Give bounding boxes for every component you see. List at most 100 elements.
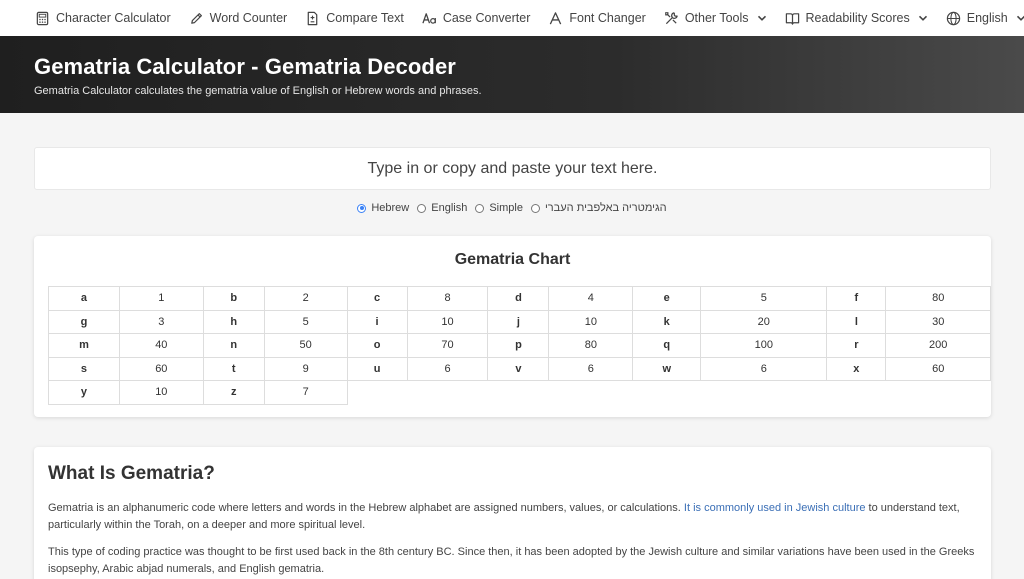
book-icon [785, 12, 799, 25]
value-cell: 1 [118, 286, 204, 311]
radio-button[interactable] [530, 203, 540, 213]
letter-cell: b [202, 286, 265, 311]
value-cell: 80 [885, 286, 991, 311]
nav-character-calculator[interactable]: Character Calculator [35, 11, 171, 26]
nav-label: Other Tools [684, 11, 749, 25]
value-cell: 8 [406, 286, 489, 311]
nav-label: Word Counter [209, 11, 288, 25]
value-cell: 200 [885, 333, 991, 358]
radio-english[interactable]: English [417, 202, 467, 214]
top-navigation: Character Calculator Word Counter Compar… [0, 0, 1024, 36]
radio-button[interactable] [475, 203, 485, 213]
nav-readability-scores[interactable]: Readability Scores [785, 11, 928, 26]
tools-icon [664, 11, 678, 24]
letter-cell: v [487, 356, 550, 381]
mode-radio-group: Hebrew English Simple הגימטריה באלפבית ה… [0, 202, 1024, 214]
radio-label: English [431, 202, 468, 214]
table-row: m 40 n 50 o 70 p 80 q 100 r 200 [48, 333, 991, 358]
font-a-icon [550, 11, 562, 24]
nav-compare-text[interactable]: Compare Text [305, 11, 404, 26]
value-cell: 60 [885, 356, 991, 381]
letter-cell: t [202, 356, 265, 381]
letter-cell: k [632, 309, 702, 334]
letter-cell: g [48, 309, 120, 334]
letter-cell: h [202, 309, 265, 334]
gematria-chart-card: Gematria Chart a 1 b 2 c 8 d 4 e 5 f 80 g 3 h 5 i 10 j 10 k 2… [34, 236, 991, 417]
radio-simple[interactable]: Simple [475, 202, 523, 214]
letter-cell: l [826, 309, 887, 334]
radio-button[interactable] [417, 203, 427, 213]
language-label: English [966, 11, 1008, 25]
radio-button[interactable] [357, 203, 367, 213]
compare-doc-icon [307, 11, 318, 25]
hero-banner: Gematria Calculator - Gematria Decoder G… [0, 36, 1024, 113]
nav-label: Case Converter [442, 11, 531, 25]
radio-label: Simple [489, 202, 523, 214]
letter-cell: c [346, 286, 408, 311]
empty-cell [827, 381, 886, 405]
paragraph-text: Gematria is an alphanumeric code where l… [48, 502, 684, 514]
value-cell: 5 [700, 286, 828, 311]
nav-label: Readability Scores [805, 11, 910, 25]
nav-other-tools[interactable]: Other Tools [664, 11, 767, 26]
value-cell: 100 [700, 333, 828, 358]
value-cell: 10 [406, 309, 489, 334]
table-row: a 1 b 2 c 8 d 4 e 5 f 80 [48, 286, 991, 311]
language-selector[interactable]: English [946, 11, 1024, 26]
nav-word-counter[interactable]: Word Counter [189, 11, 288, 26]
letter-cell: u [346, 356, 408, 381]
letter-cell: a [48, 286, 120, 311]
value-cell: 70 [406, 333, 489, 358]
radio-hebrew-alphabet[interactable]: הגימטריה באלפבית העברי [530, 202, 667, 214]
letter-cell: p [487, 333, 550, 358]
value-cell: 7 [263, 380, 348, 405]
chevron-down-icon [1016, 15, 1024, 21]
value-cell: 6 [406, 356, 489, 381]
letter-cell: f [826, 286, 887, 311]
value-cell: 5 [263, 309, 348, 334]
article-paragraph: Gematria is an alphanumeric code where l… [48, 500, 977, 534]
article-paragraph: This type of coding practice was thought… [48, 546, 975, 575]
value-cell: 40 [118, 333, 204, 358]
empty-cell [488, 381, 549, 405]
page-subtitle: Gematria Calculator calculates the gemat… [34, 85, 482, 97]
pencil-icon [190, 12, 202, 24]
letter-cell: r [826, 333, 887, 358]
value-cell: 3 [118, 309, 204, 334]
value-cell: 9 [263, 356, 348, 381]
chevron-down-icon [757, 15, 766, 21]
value-cell: 10 [118, 380, 204, 405]
nav-font-changer[interactable]: Font Changer [548, 11, 646, 26]
letter-cell: z [202, 380, 265, 405]
nav-label: Font Changer [569, 11, 646, 25]
empty-cell [633, 381, 701, 405]
nav-case-converter[interactable]: Case Converter [422, 11, 531, 26]
letter-cell: s [48, 356, 120, 381]
value-cell: 30 [885, 309, 991, 334]
radio-label: הגימטריה באלפבית העברי [544, 202, 667, 214]
jewish-culture-link[interactable]: It is commonly used in Jewish culture [684, 502, 866, 514]
article-heading: What Is Gematria? [48, 463, 215, 484]
calculator-icon [36, 11, 49, 25]
empty-cell [549, 381, 633, 405]
nav-label: Compare Text [326, 11, 404, 25]
article-card: What Is Gematria? Gematria is an alphanu… [34, 447, 991, 579]
table-row: g 3 h 5 i 10 j 10 k 20 l 30 [48, 309, 991, 334]
letter-cell: y [48, 380, 120, 405]
radio-hebrew[interactable]: Hebrew [357, 202, 409, 214]
chevron-down-icon [918, 15, 927, 21]
table-row: y 10 z 7 [48, 380, 991, 405]
gematria-chart-table: a 1 b 2 c 8 d 4 e 5 f 80 g 3 h 5 i 10 j 10 k 20 l 30 m 40 n 50 o 70 p 8… [48, 286, 991, 405]
letter-cell: d [487, 286, 550, 311]
value-cell: 80 [548, 333, 634, 358]
empty-cell [347, 381, 407, 405]
letter-cell: w [632, 356, 702, 381]
value-cell: 50 [263, 333, 348, 358]
globe-icon [946, 11, 960, 25]
case-icon [422, 12, 436, 24]
letter-cell: x [826, 356, 887, 381]
text-input[interactable] [34, 147, 991, 190]
letter-cell: q [632, 333, 702, 358]
letter-cell: m [48, 333, 120, 358]
value-cell: 6 [548, 356, 634, 381]
